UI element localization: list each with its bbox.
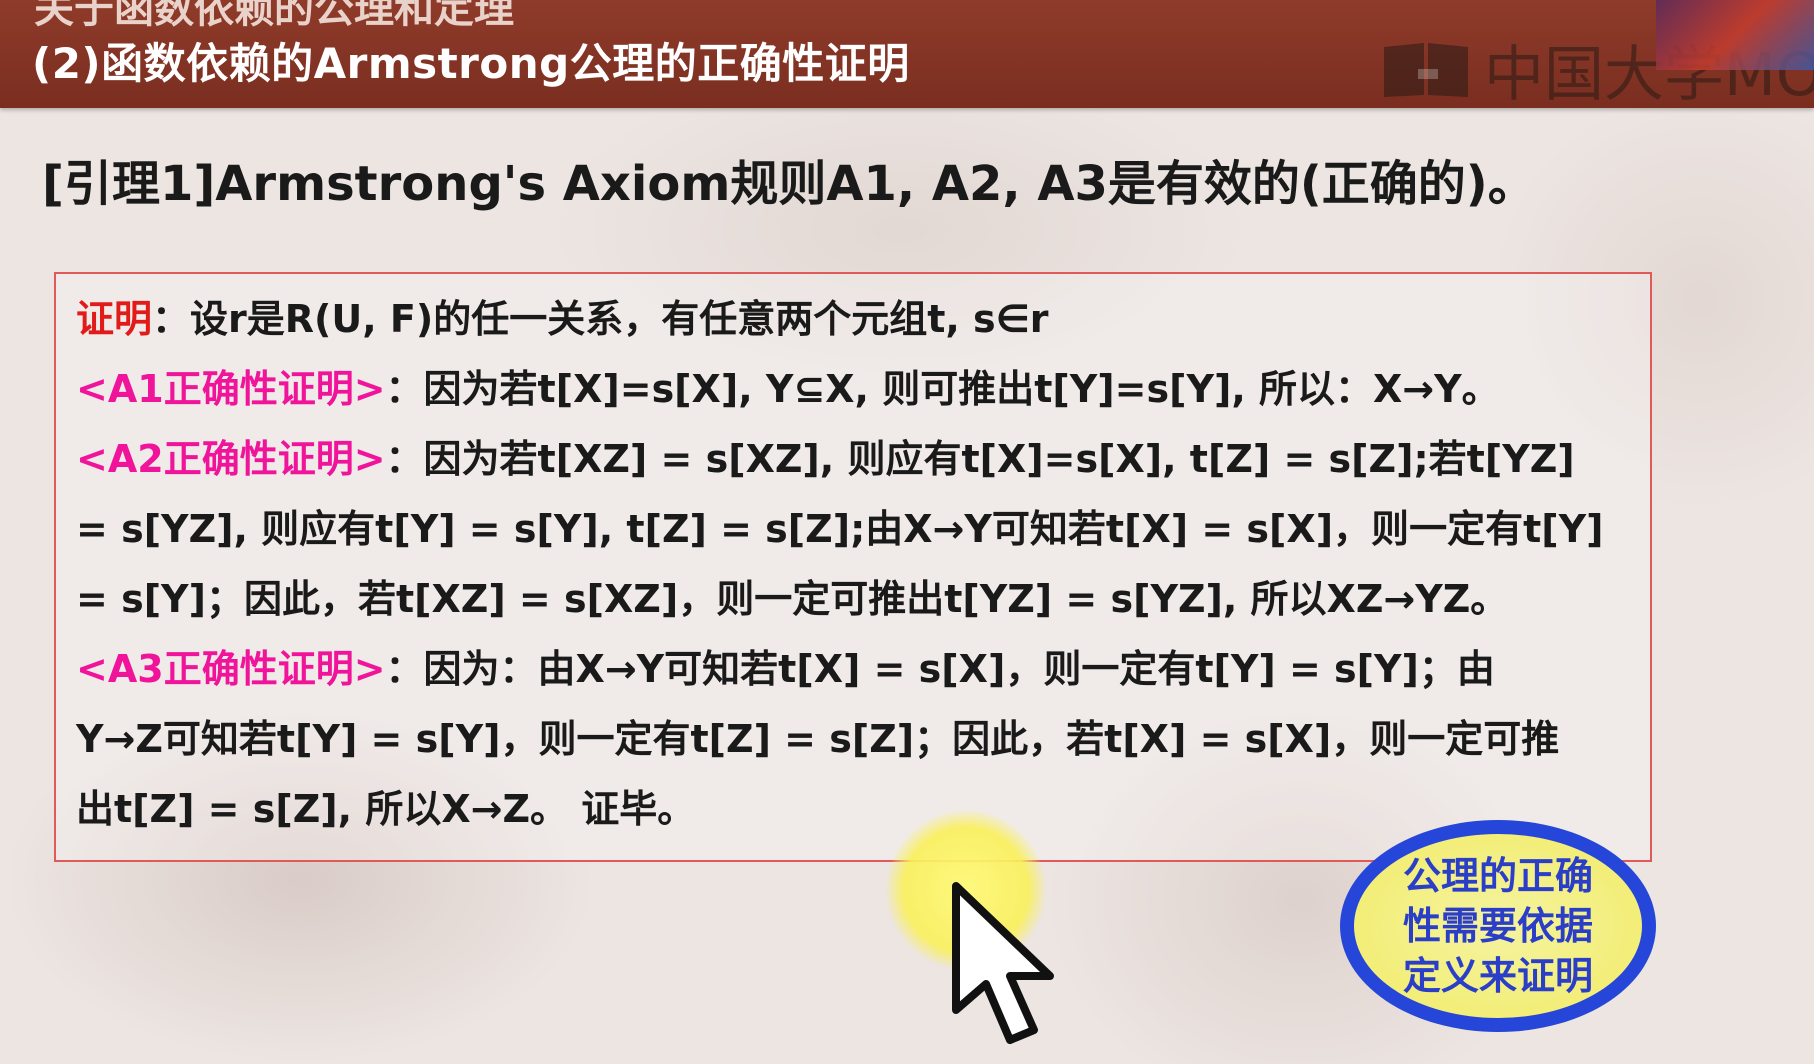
a3-proof-line-1: <A3正确性证明>：因为：由X→Y可知若t[X] = s[X]，则一定有t[Y]…: [76, 638, 1495, 693]
a2-proof-line-1: <A2正确性证明>：因为若t[XZ] = s[XZ], 则应有t[X]=s[X]…: [76, 428, 1575, 483]
a3-proof-line-3: 出t[Z] = s[Z], 所以X→Z。 证毕。: [76, 787, 696, 831]
proof-label: 证明: [76, 297, 153, 341]
corner-graphic: [1656, 0, 1814, 70]
callout-text: 公理的正确性需要依据定义来证明: [1402, 854, 1593, 998]
a3-proof-line-2: Y→Z可知若t[Y] = s[Y]，则一定有t[Z] = s[Z]；因此，若t[…: [76, 717, 1560, 761]
a1-text: ：因为若t[X]=s[X], Y⊆X, 则可推出t[Y]=s[Y], 所以：X→…: [385, 367, 1500, 411]
book-logo-icon: [1384, 42, 1468, 97]
slide-title: (2)函数依赖的Armstrong公理的正确性证明: [32, 39, 910, 88]
mouse-pointer-icon: [952, 882, 1054, 1044]
lemma-statement: [引理1]Armstrong's Axiom规则A1, A2, A3是有效的(正…: [42, 156, 1536, 212]
a1-proof-line: <A1正确性证明>：因为若t[X]=s[X], Y⊆X, 则可推出t[Y]=s[…: [76, 358, 1500, 413]
slide-header: 关于函数依赖的公理和定理 (2)函数依赖的Armstrong公理的正确性证明 中…: [0, 0, 1814, 110]
a3-label: <A3正确性证明>: [76, 647, 386, 691]
a2-proof-line-3: = s[Y]；因此，若t[XZ] = s[XZ]，则一定可推出t[YZ] = s…: [76, 577, 1509, 621]
a2-proof-line-2: = s[YZ], 则应有t[Y] = s[Y], t[Z] = s[Z];由X→…: [76, 507, 1604, 551]
a3-text-1: ：因为：由X→Y可知若t[X] = s[X]，则一定有t[Y] = s[Y]；由: [385, 647, 1495, 691]
header-previous-title: 关于函数依赖的公理和定理: [34, 0, 514, 32]
a1-label: <A1正确性证明>: [76, 367, 386, 411]
proof-intro-text: ：设r是R(U, F)的任一关系，有任意两个元组t, s∈r: [152, 297, 1049, 341]
proof-box: 证明：设r是R(U, F)的任一关系，有任意两个元组t, s∈r <A1正确性证…: [54, 272, 1652, 862]
proof-intro-line: 证明：设r是R(U, F)的任一关系，有任意两个元组t, s∈r: [76, 288, 1049, 343]
a2-label: <A2正确性证明>: [76, 437, 386, 481]
a2-text-1: ：因为若t[XZ] = s[XZ], 则应有t[X]=s[X], t[Z] = …: [385, 437, 1575, 481]
callout-bubble: 公理的正确性需要依据定义来证明: [1340, 820, 1656, 1032]
